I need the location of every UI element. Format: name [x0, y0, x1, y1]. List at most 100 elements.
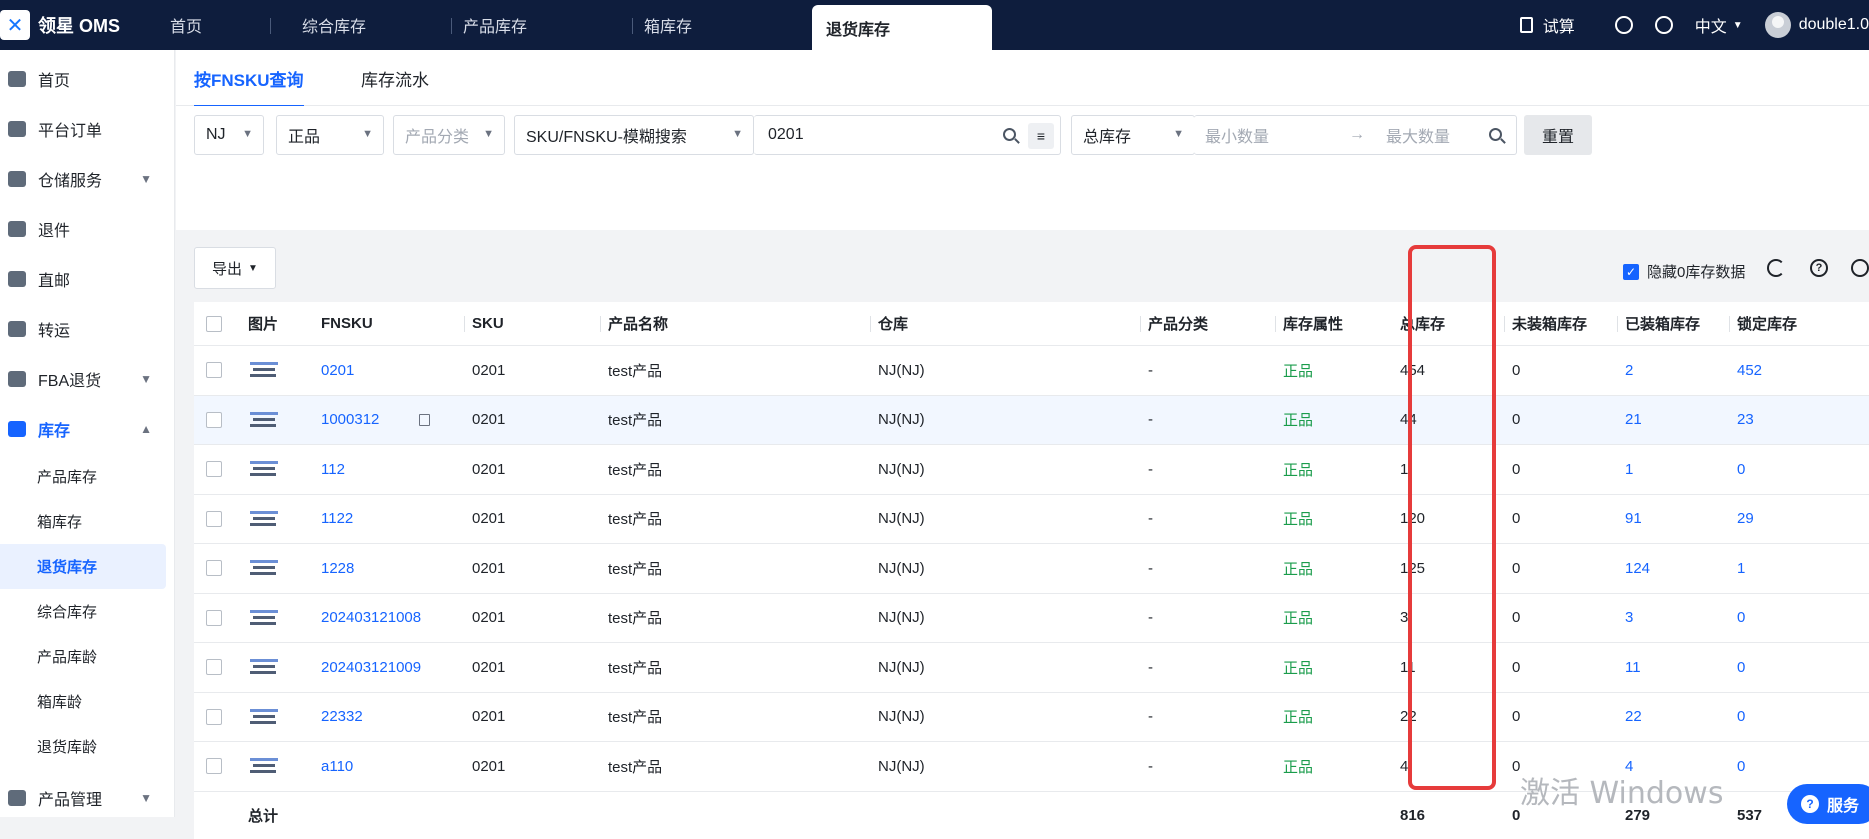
nav-tab-return-inventory[interactable]: 退货库存 — [812, 5, 992, 50]
calc-button[interactable]: 试算 — [1519, 13, 1575, 37]
boxed-link[interactable]: 11 — [1625, 643, 1641, 692]
user-menu[interactable]: double1.0 — [1764, 12, 1869, 38]
qty-range-input[interactable]: 最小数量 → 最大数量 — [1194, 115, 1517, 155]
locked-link[interactable]: 0 — [1737, 594, 1745, 643]
product-image[interactable] — [248, 594, 280, 643]
sidebar-sub-product-inventory[interactable]: 产品库存 — [0, 454, 174, 499]
row-checkbox[interactable] — [206, 495, 222, 544]
sidebar-item-platform-orders[interactable]: 平台订单 — [0, 104, 174, 154]
sidebar-item-inventory[interactable]: 库存 ▲ — [0, 404, 174, 454]
search-input[interactable]: 0201 ≡ — [754, 115, 1061, 155]
col-unboxed[interactable]: 未装箱库存 — [1504, 302, 1587, 345]
locked-link[interactable]: 0 — [1737, 445, 1745, 494]
locked-link[interactable]: 0 — [1737, 643, 1745, 692]
hide-zero-checkbox[interactable]: ✓ 隐藏0库存数据 — [1623, 261, 1745, 282]
search-icon[interactable] — [1003, 128, 1016, 141]
boxed-link[interactable]: 22 — [1625, 693, 1642, 742]
row-checkbox[interactable] — [206, 544, 222, 593]
search-icon[interactable] — [1489, 128, 1502, 141]
sidebar-sub-box-inventory[interactable]: 箱库存 — [0, 499, 174, 544]
col-attribute[interactable]: 库存属性 — [1275, 302, 1343, 345]
tab-by-fnsku[interactable]: 按FNSKU查询 — [194, 66, 304, 107]
sidebar-item-transfer[interactable]: 转运 — [0, 304, 174, 354]
fnsku-link[interactable]: 1000312 — [321, 396, 379, 445]
col-locked[interactable]: 锁定库存 — [1729, 302, 1797, 345]
locked-link[interactable]: 0 — [1737, 742, 1745, 791]
refresh-icon[interactable] — [1767, 259, 1785, 277]
app-logo[interactable]: ✕ 领星 OMS — [0, 6, 120, 44]
export-button[interactable]: 导出 ▼ — [194, 247, 276, 289]
locked-link[interactable]: 29 — [1737, 495, 1754, 544]
sidebar-sub-product-age[interactable]: 产品库龄 — [0, 634, 174, 679]
locked-link[interactable]: 0 — [1737, 693, 1745, 742]
language-select[interactable]: 中文 ▼ — [1695, 13, 1743, 37]
reset-button[interactable]: 重置 — [1524, 115, 1592, 155]
product-image[interactable] — [248, 693, 280, 742]
row-checkbox[interactable] — [206, 445, 222, 494]
nav-tab-product-inventory[interactable]: 产品库存 — [451, 0, 632, 50]
quality-select[interactable]: 正品 ▼ — [276, 115, 384, 155]
col-category[interactable]: 产品分类 — [1140, 302, 1208, 345]
boxed-link[interactable]: 124 — [1625, 544, 1650, 593]
download-button[interactable] — [1614, 16, 1633, 34]
sidebar-item-product-management[interactable]: 产品管理 ▼ — [0, 773, 174, 823]
batch-search-icon[interactable]: ≡ — [1028, 123, 1054, 149]
column-settings-icon[interactable] — [1851, 259, 1869, 277]
boxed-link[interactable]: 91 — [1625, 495, 1642, 544]
sidebar-sub-box-age[interactable]: 箱库龄 — [0, 679, 174, 724]
product-image[interactable] — [248, 445, 280, 494]
product-image[interactable] — [248, 346, 280, 395]
col-boxed[interactable]: 已装箱库存 — [1617, 302, 1700, 345]
copy-button[interactable] — [409, 396, 430, 445]
nav-tab-home[interactable]: 首页 — [170, 0, 270, 50]
product-image[interactable] — [248, 742, 280, 791]
fnsku-link[interactable]: a110 — [321, 742, 353, 791]
boxed-link[interactable]: 3 — [1625, 594, 1633, 643]
row-checkbox[interactable] — [206, 594, 222, 643]
tab-inventory-flow[interactable]: 库存流水 — [361, 66, 429, 91]
service-button[interactable]: ? 服务 — [1787, 784, 1869, 824]
category-select[interactable]: 产品分类 ▼ — [393, 115, 505, 155]
row-checkbox[interactable] — [206, 643, 222, 692]
max-qty-input[interactable]: 最大数量 — [1386, 123, 1450, 147]
fnsku-link[interactable]: 1228 — [321, 544, 354, 593]
boxed-link[interactable]: 1 — [1625, 445, 1633, 494]
boxed-link[interactable]: 2 — [1625, 346, 1633, 395]
product-image[interactable] — [248, 643, 280, 692]
product-image[interactable] — [248, 544, 280, 593]
sidebar-item-home[interactable]: 首页 — [0, 54, 174, 104]
nav-tab-box-inventory[interactable]: 箱库存 — [632, 0, 812, 50]
qty-type-select[interactable]: 总库存 ▼ — [1071, 115, 1195, 155]
product-image[interactable] — [248, 396, 280, 445]
product-image[interactable] — [248, 495, 280, 544]
row-checkbox[interactable] — [206, 346, 222, 395]
fnsku-link[interactable]: 202403121008 — [321, 594, 421, 643]
fnsku-link[interactable]: 1122 — [321, 495, 353, 544]
settings-button[interactable] — [1654, 16, 1673, 34]
min-qty-input[interactable]: 最小数量 — [1205, 123, 1269, 147]
boxed-link[interactable]: 21 — [1625, 396, 1642, 445]
col-warehouse[interactable]: 仓库 — [870, 302, 908, 345]
search-type-select[interactable]: SKU/FNSKU-模糊搜索 ▼ — [514, 115, 754, 155]
col-sku[interactable]: SKU — [464, 302, 504, 345]
row-checkbox[interactable] — [206, 742, 222, 791]
locked-link[interactable]: 1 — [1737, 544, 1745, 593]
sidebar-sub-return-inventory[interactable]: 退货库存 — [0, 544, 166, 589]
nav-tab-overall-inventory[interactable]: 综合库存 — [270, 0, 451, 50]
locked-link[interactable]: 452 — [1737, 346, 1762, 395]
sidebar-item-warehouse-service[interactable]: 仓储服务 ▼ — [0, 154, 174, 204]
fnsku-link[interactable]: 202403121009 — [321, 643, 421, 692]
locked-link[interactable]: 23 — [1737, 396, 1754, 445]
warehouse-select[interactable]: NJ ▼ — [194, 115, 264, 155]
sidebar-item-returns[interactable]: 退件 — [0, 204, 174, 254]
sidebar-item-fba-returns[interactable]: FBA退货 ▼ — [0, 354, 174, 404]
row-checkbox[interactable] — [206, 396, 222, 445]
fnsku-link[interactable]: 112 — [321, 445, 345, 494]
select-all-checkbox[interactable] — [206, 302, 222, 345]
sidebar-sub-overall-inventory[interactable]: 综合库存 — [0, 589, 174, 634]
col-product-name[interactable]: 产品名称 — [600, 302, 668, 345]
fnsku-link[interactable]: 22332 — [321, 693, 363, 742]
fnsku-link[interactable]: 0201 — [321, 346, 354, 395]
help-icon[interactable]: ? — [1810, 259, 1828, 277]
sidebar-item-direct-mail[interactable]: 直邮 — [0, 254, 174, 304]
